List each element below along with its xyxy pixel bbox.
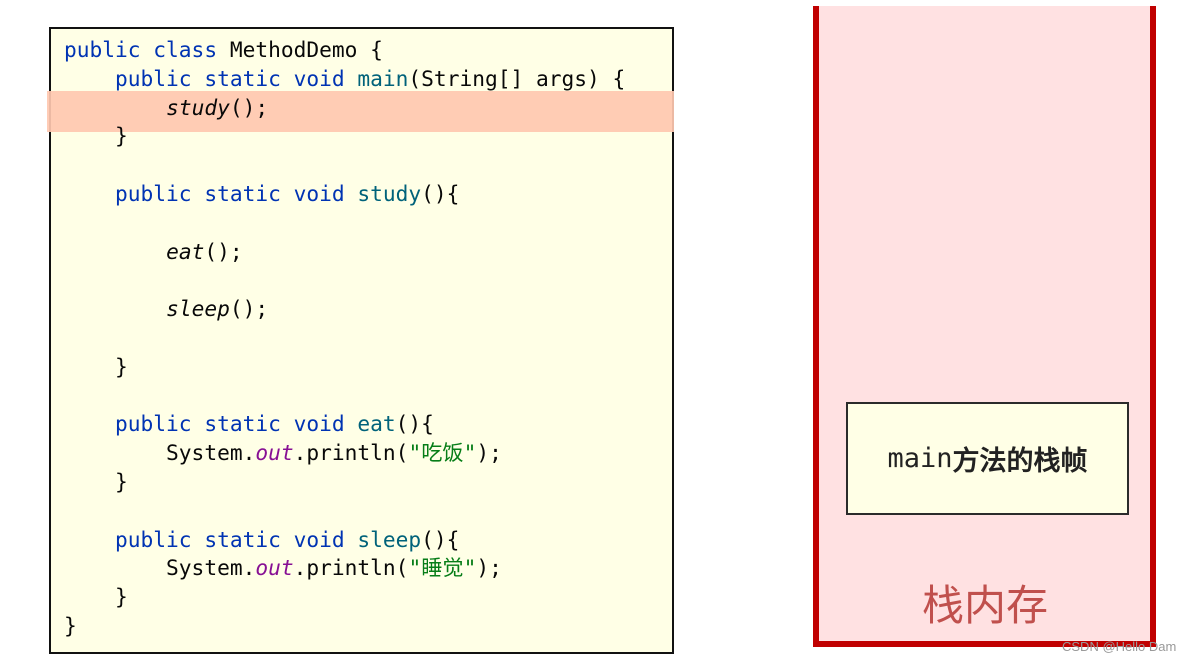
code-token-kw: public class xyxy=(64,37,230,62)
code-token-fn: main xyxy=(357,65,409,91)
code-token-fn: eat xyxy=(357,411,396,437)
watermark: CSDN @Hello Dam xyxy=(1062,639,1177,654)
code-token: (); xyxy=(229,94,269,120)
code-token-fld: out xyxy=(255,440,294,466)
code-token: .println( xyxy=(293,440,409,466)
code-line-highlighted: study(); xyxy=(64,94,625,123)
code-line: sleep(); xyxy=(64,295,625,324)
code-token: (){ xyxy=(395,411,434,437)
code-token-kw: public static void xyxy=(64,526,358,552)
code-token: } xyxy=(64,468,128,494)
code-token: ); xyxy=(476,440,502,466)
code-token: } xyxy=(64,584,128,610)
code-line: public static void study(){ xyxy=(64,180,625,209)
code-token: (){ xyxy=(421,526,460,552)
code-token: MethodDemo { xyxy=(229,37,383,62)
stack-memory-label: 栈内存 xyxy=(921,581,1048,630)
code-token-str: "睡觉" xyxy=(408,555,477,581)
code-token-kw: public static void xyxy=(64,411,358,437)
code-line: System.out.println("吃饭"); xyxy=(64,439,625,468)
stack-frame-main: main 方法的栈帧 xyxy=(846,402,1129,515)
code-line: } xyxy=(64,122,625,151)
code-line: public class MethodDemo { xyxy=(64,36,625,65)
code-line: eat(); xyxy=(64,238,625,267)
code-line: public static void main(String[] args) { xyxy=(64,65,625,94)
code-line: public static void sleep(){ xyxy=(64,526,625,555)
code-token: System. xyxy=(64,555,256,581)
code-token: (){ xyxy=(421,180,460,206)
code-token-kw: public static void xyxy=(64,65,358,91)
stack-memory-container xyxy=(813,6,1156,647)
code-token: } xyxy=(64,612,77,638)
code-line: } xyxy=(64,353,625,382)
code-line: } xyxy=(64,612,625,641)
code-line: } xyxy=(64,468,625,497)
code-token-call: sleep xyxy=(166,296,230,322)
code-token: System. xyxy=(64,440,256,466)
code-listing: public class MethodDemo { public static … xyxy=(64,36,625,641)
code-token-str: "吃饭" xyxy=(408,440,477,466)
code-token-call: eat xyxy=(166,238,205,264)
code-token: ); xyxy=(476,555,502,581)
stack-frame-suffix: 方法的栈帧 xyxy=(952,446,1088,477)
code-token: } xyxy=(64,353,128,379)
code-token: } xyxy=(64,123,128,149)
code-line: System.out.println("睡觉"); xyxy=(64,554,625,583)
code-token-fld: out xyxy=(255,555,294,581)
code-token: (String[] args) { xyxy=(408,65,626,91)
code-token-fn: study xyxy=(357,180,422,206)
stack-frame-method: main xyxy=(887,443,953,474)
code-token: (); xyxy=(229,296,269,322)
code-token-fn: sleep xyxy=(357,526,422,552)
code-token-call: study xyxy=(166,94,230,120)
code-line: public static void eat(){ xyxy=(64,410,625,439)
code-line: } xyxy=(64,583,625,612)
code-token-kw: public static void xyxy=(64,180,358,206)
code-token: (); xyxy=(204,238,243,264)
code-token: .println( xyxy=(293,555,409,581)
